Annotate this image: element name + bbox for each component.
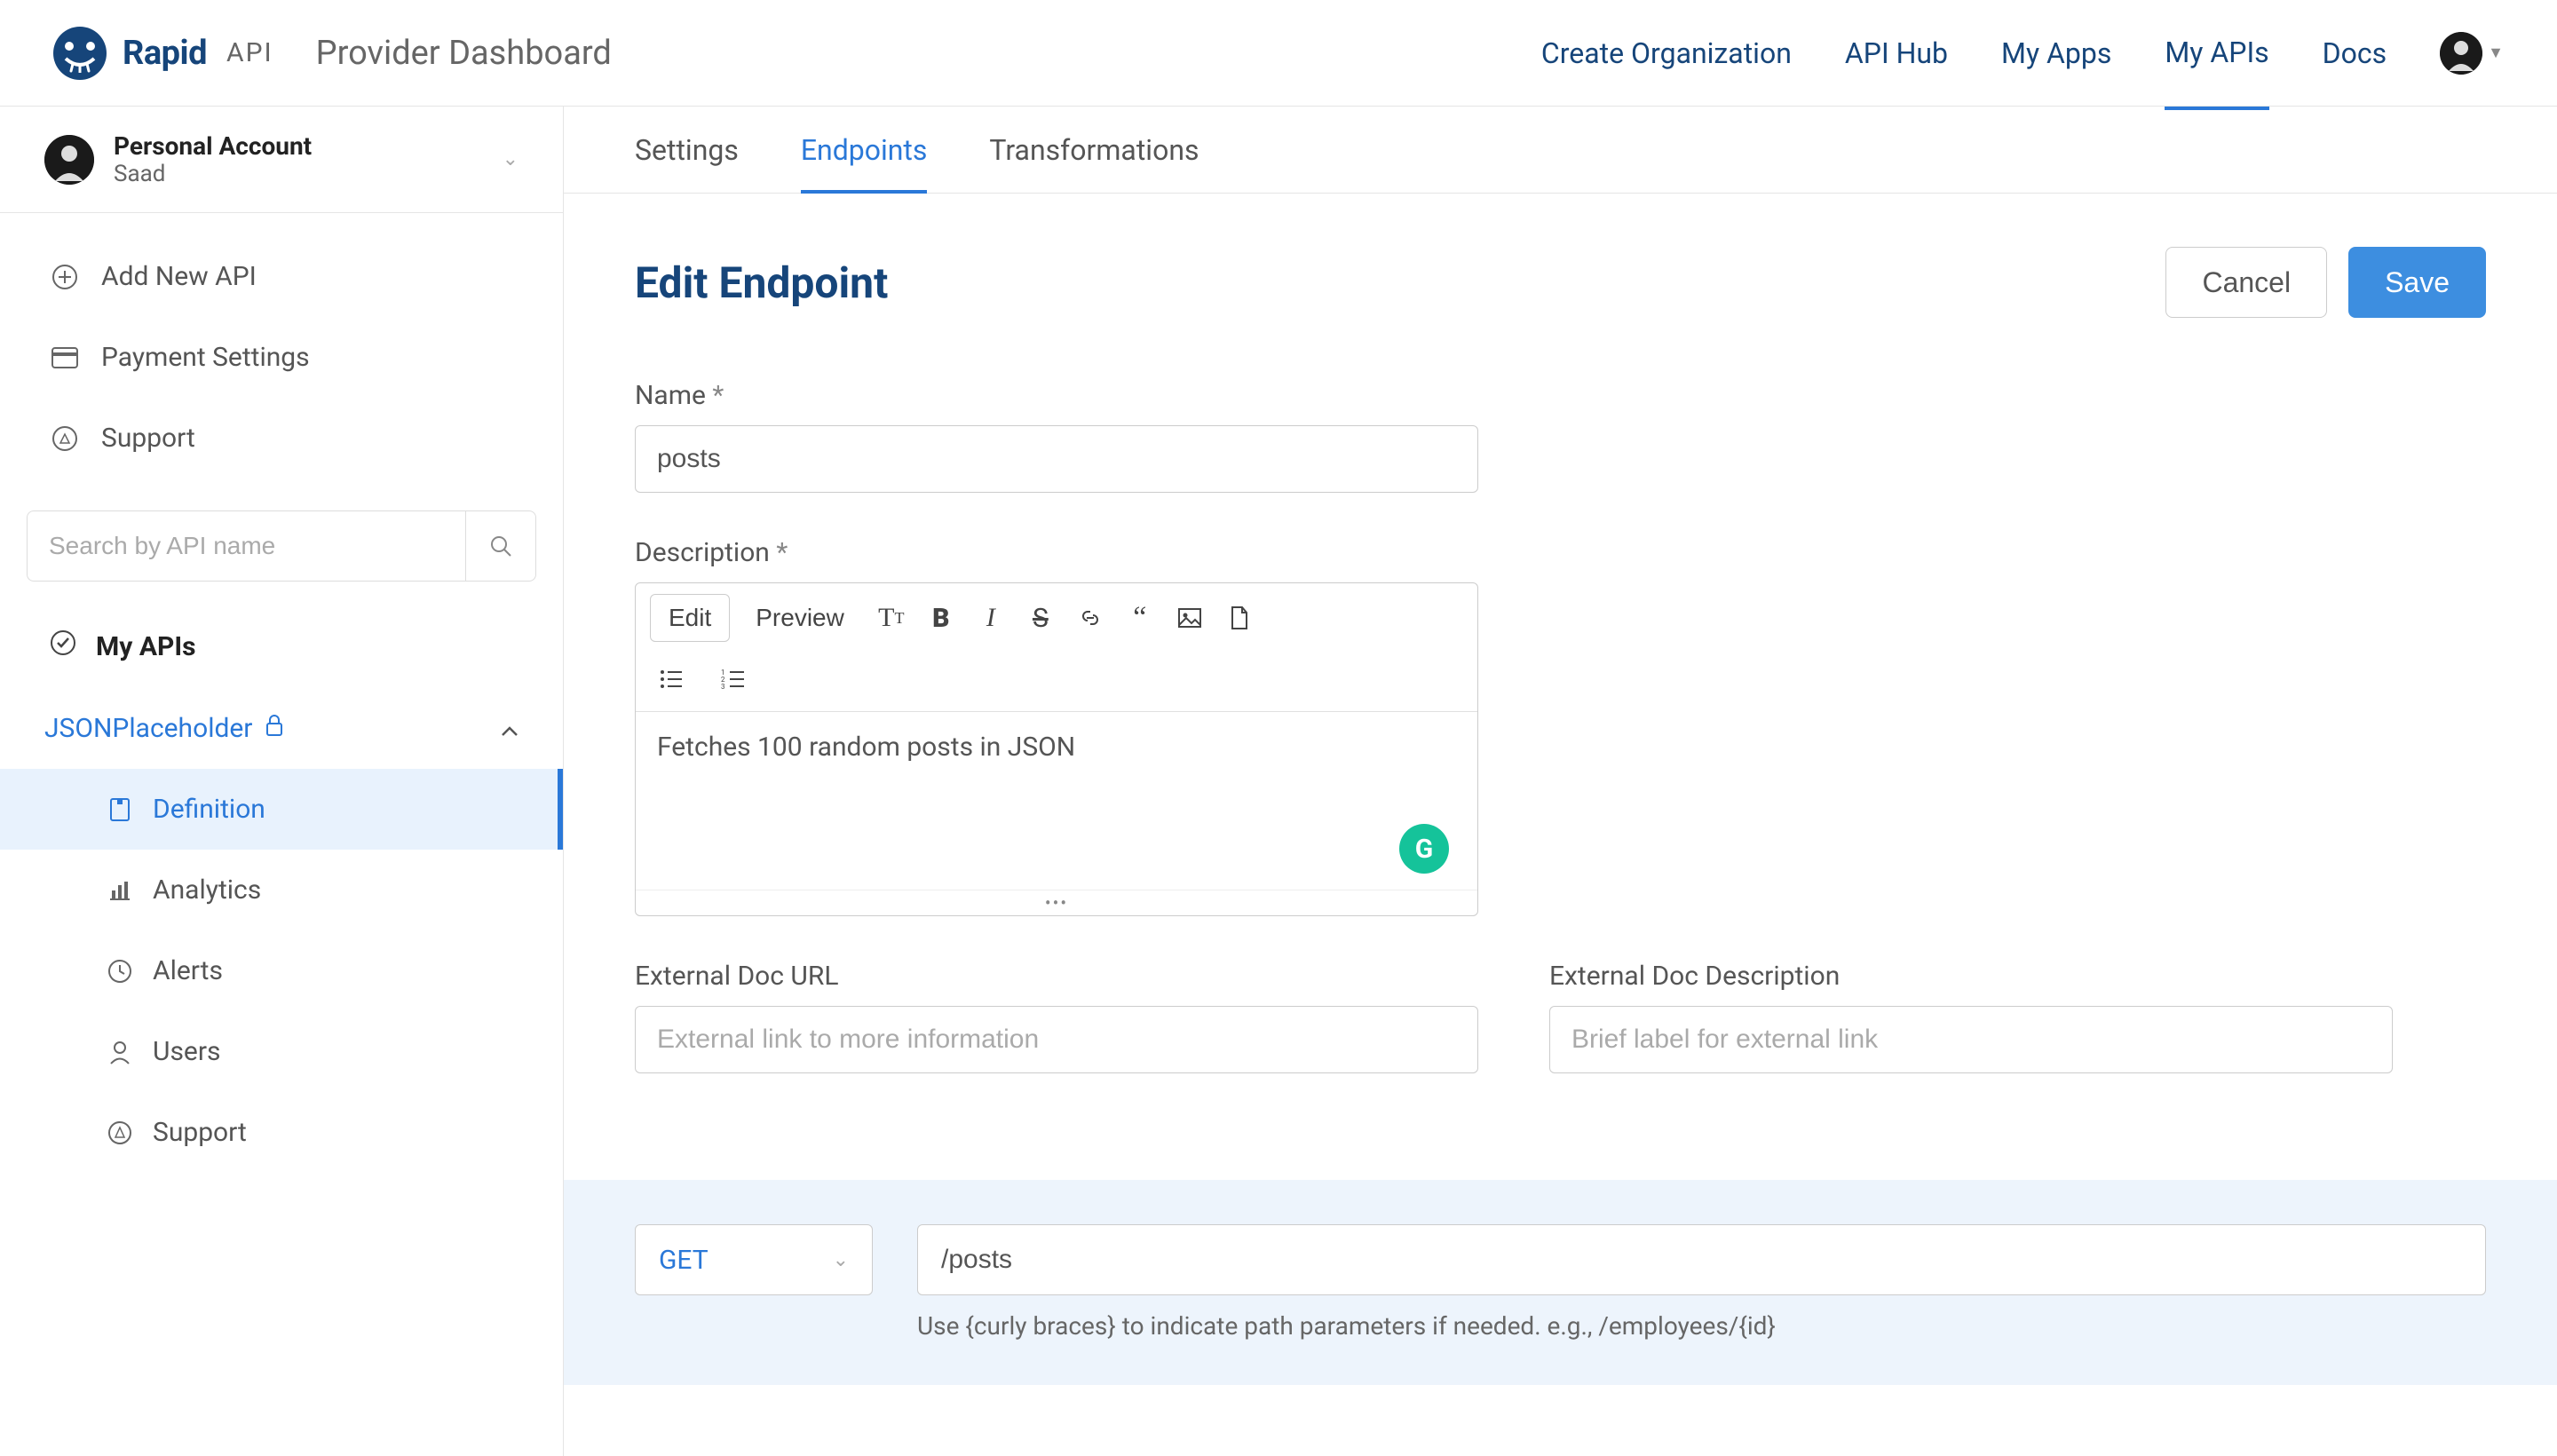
caret-down-icon: ▼	[2488, 44, 2504, 62]
type-size-icon[interactable]: TT	[870, 598, 913, 637]
sidebar-item-label: Payment Settings	[101, 342, 310, 373]
clock-icon	[107, 958, 133, 985]
search-button[interactable]	[465, 510, 536, 582]
api-name-label: JSONPlaceholder	[44, 713, 252, 744]
sidebar-api-jsonplaceholder[interactable]: JSONPlaceholder	[0, 688, 563, 769]
compass-icon	[107, 1120, 133, 1146]
card-icon	[50, 343, 80, 373]
user-avatar-icon	[2440, 32, 2482, 75]
page-title: Edit Endpoint	[635, 257, 888, 308]
search-input[interactable]	[27, 510, 465, 582]
save-button[interactable]: Save	[2348, 247, 2486, 318]
external-doc-url-input[interactable]	[635, 1006, 1478, 1073]
sidebar-item-label: Support	[153, 1117, 247, 1148]
chevron-down-icon: ⌄	[503, 148, 519, 170]
name-label: Name *	[635, 380, 2486, 411]
account-switcher[interactable]: Personal Account Saad ⌄	[0, 107, 563, 213]
chevron-up-icon	[501, 713, 519, 744]
tab-settings[interactable]: Settings	[635, 133, 739, 193]
brand-logo[interactable]: Rapid API Provider Dashboard	[53, 27, 612, 80]
sidebar-item-label: Alerts	[153, 955, 223, 986]
account-avatar-icon	[44, 135, 94, 185]
endpoint-path-input[interactable]	[917, 1224, 2486, 1295]
top-header: Rapid API Provider Dashboard Create Organ…	[0, 0, 2557, 107]
quote-icon[interactable]: “	[1119, 598, 1161, 637]
sidebar-item-label: Analytics	[153, 874, 261, 906]
chart-icon	[107, 877, 133, 904]
sidebar-item-label: Users	[153, 1036, 221, 1067]
account-type-label: Personal Account	[114, 131, 483, 161]
user-icon	[107, 1039, 133, 1065]
description-editor: Edit Preview TT B I S “	[635, 582, 1478, 916]
sidebar-subnav-analytics[interactable]: Analytics	[0, 850, 563, 930]
sidebar-item-label: Add New API	[101, 261, 257, 292]
brand-text-main: Rapid	[123, 34, 207, 73]
description-textarea[interactable]: Fetches 100 random posts in JSON G	[636, 712, 1477, 890]
editor-preview-tab[interactable]: Preview	[737, 594, 863, 642]
image-icon[interactable]	[1168, 598, 1211, 637]
sidebar-add-new-api[interactable]: Add New API	[0, 236, 563, 317]
sidebar-subnav-definition[interactable]: Definition	[0, 769, 563, 850]
sidebar-item-label: Support	[101, 423, 195, 454]
document-icon	[107, 796, 133, 823]
sidebar-search	[0, 502, 563, 605]
tab-transformations[interactable]: Transformations	[989, 133, 1199, 193]
file-icon[interactable]	[1218, 598, 1261, 637]
sidebar-payment-settings[interactable]: Payment Settings	[0, 317, 563, 398]
external-doc-description-label: External Doc Description	[1549, 961, 2393, 992]
sidebar-support-top[interactable]: Support	[0, 398, 563, 479]
sidebar-item-label: My APIs	[96, 631, 196, 662]
chevron-down-icon: ⌄	[833, 1249, 849, 1271]
sidebar: Personal Account Saad ⌄ Add New API Paym…	[0, 107, 564, 1456]
lock-icon	[265, 713, 284, 744]
compass-icon	[50, 423, 80, 454]
nav-create-organization[interactable]: Create Organization	[1541, 36, 1792, 70]
check-circle-icon	[50, 629, 76, 663]
content-tabs: Settings Endpoints Transformations	[564, 107, 2557, 194]
external-doc-url-label: External Doc URL	[635, 961, 1478, 992]
sidebar-my-apis-header[interactable]: My APIs	[0, 605, 563, 688]
path-helper-text: Use {curly braces} to indicate path para…	[917, 1311, 2486, 1341]
unordered-list-icon[interactable]	[650, 660, 693, 699]
description-label: Description *	[635, 537, 2486, 568]
user-menu-toggle[interactable]: ▼	[2440, 32, 2504, 75]
link-icon[interactable]	[1069, 598, 1112, 637]
http-method-select[interactable]: GET ⌄	[635, 1224, 873, 1295]
bold-icon[interactable]: B	[920, 598, 962, 637]
sidebar-subnav-users[interactable]: Users	[0, 1011, 563, 1092]
sidebar-subnav-support[interactable]: Support	[0, 1092, 563, 1173]
resize-handle[interactable]: •••	[636, 890, 1477, 915]
logo-icon	[53, 27, 107, 80]
italic-icon[interactable]: I	[970, 598, 1012, 637]
nav-docs[interactable]: Docs	[2323, 36, 2387, 70]
header-subtitle: Provider Dashboard	[316, 34, 612, 73]
strikethrough-icon[interactable]: S	[1019, 598, 1062, 637]
nav-my-apis[interactable]: My APIs	[2165, 36, 2268, 110]
tab-endpoints[interactable]: Endpoints	[801, 133, 928, 194]
nav-my-apps[interactable]: My Apps	[2001, 36, 2111, 70]
external-doc-description-input[interactable]	[1549, 1006, 2393, 1073]
sidebar-item-label: Definition	[153, 794, 265, 825]
nav-api-hub[interactable]: API Hub	[1845, 36, 1948, 70]
main-content: Settings Endpoints Transformations Edit …	[564, 107, 2557, 1456]
sidebar-subnav-alerts[interactable]: Alerts	[0, 930, 563, 1011]
ordered-list-icon[interactable]: 123	[712, 660, 755, 699]
account-username: Saad	[114, 161, 483, 187]
grammarly-icon[interactable]: G	[1399, 824, 1449, 874]
method-path-section: GET ⌄ Use {curly braces} to indicate pat…	[564, 1180, 2557, 1385]
plus-circle-icon	[50, 262, 80, 292]
search-icon	[489, 534, 512, 558]
top-nav: Create Organization API Hub My Apps My A…	[1541, 32, 2504, 75]
http-method-value: GET	[659, 1245, 833, 1276]
cancel-button[interactable]: Cancel	[2165, 247, 2327, 318]
name-input[interactable]	[635, 425, 1478, 493]
svg-text:3: 3	[721, 683, 725, 690]
brand-text-suffix: API	[226, 37, 273, 68]
editor-edit-tab[interactable]: Edit	[650, 594, 730, 642]
